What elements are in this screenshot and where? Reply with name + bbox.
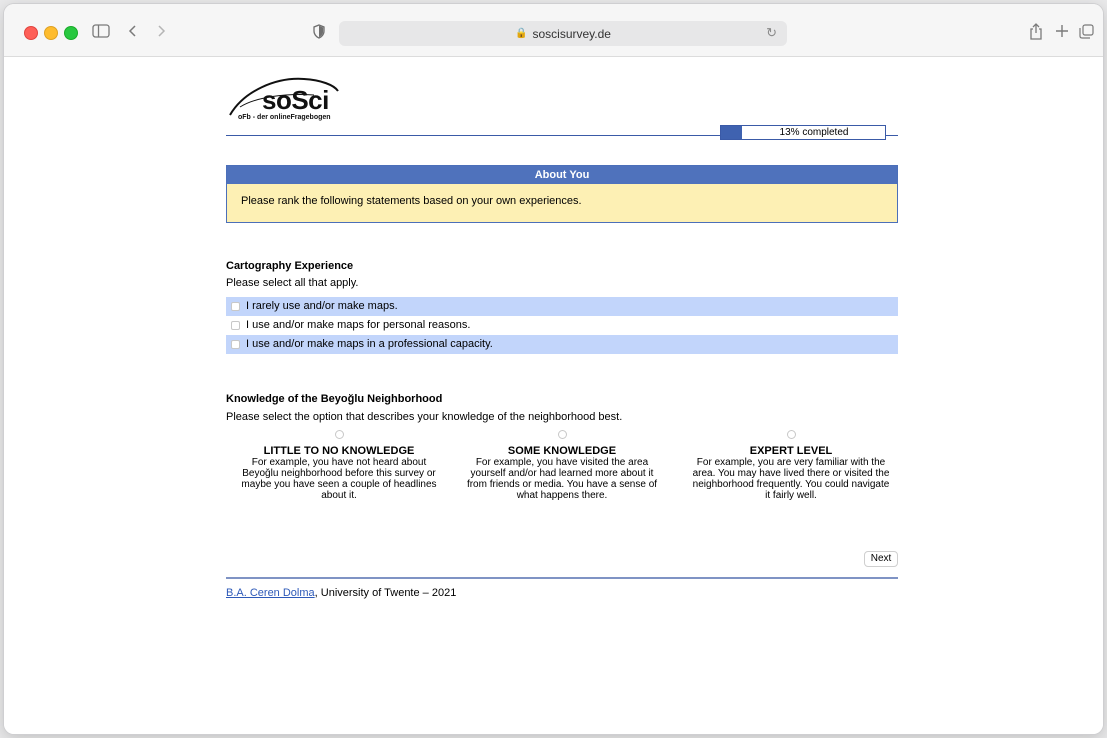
question-title-neighborhood: Knowledge of the Beyoğlu Neighborhood: [226, 393, 443, 405]
soscisurvey-logo: soSci oFb - der onlineFragebogen: [226, 71, 366, 123]
web-content: soSci oFb - der onlineFragebogen 13% com…: [4, 57, 1103, 734]
checkbox-label: I rarely use and/or make maps.: [246, 300, 398, 312]
scale-option-title: SOME KNOWLEDGE: [507, 445, 617, 457]
reload-icon[interactable]: ↻: [766, 25, 777, 41]
scale-option-description: For example, you have not heard about Be…: [241, 457, 437, 501]
progress-fill: [721, 126, 743, 139]
logo-tagline: oFb - der onlineFragebogen: [238, 114, 331, 121]
progress-label: 13% completed: [779, 127, 849, 138]
checkbox-option[interactable]: I use and/or make maps for personal reas…: [226, 316, 898, 335]
question-hint-neighborhood: Please select the option that describes …: [226, 411, 623, 423]
new-tab-icon[interactable]: [1051, 20, 1073, 42]
intro-title: About You: [227, 166, 897, 184]
progress-bar: 13% completed: [720, 125, 886, 140]
footer-rule: [226, 577, 898, 579]
question-hint-cartography: Please select all that apply.: [226, 277, 359, 289]
browser-toolbar: 🔒 soscisurvey.de ↻: [4, 4, 1103, 57]
footer-text: , University of Twente – 2021: [314, 587, 457, 599]
close-window-button[interactable]: [24, 26, 38, 40]
knowledge-scale: LITTLE TO NO KNOWLEDGE For example, you …: [226, 430, 898, 520]
checkbox-label: I use and/or make maps in a professional…: [246, 338, 493, 350]
question-title-cartography: Cartography Experience: [226, 260, 354, 272]
checkbox-label: I use and/or make maps for personal reas…: [246, 319, 471, 331]
lock-icon: 🔒: [515, 28, 528, 39]
scale-option-some[interactable]: SOME KNOWLEDGE For example, you have vis…: [449, 430, 675, 501]
scale-option-description: For example, you have visited the area y…: [466, 457, 658, 501]
intro-panel: About You Please rank the following stat…: [226, 165, 898, 223]
intro-text: Please rank the following statements bas…: [241, 195, 582, 207]
address-bar[interactable]: 🔒 soscisurvey.de ↻: [339, 21, 787, 46]
footer: B.A. Ceren Dolma, University of Twente –…: [226, 587, 456, 599]
scale-option-expert[interactable]: EXPERT LEVEL For example, you are very f…: [678, 430, 904, 501]
checkbox[interactable]: [231, 340, 240, 349]
checkbox-option[interactable]: I rarely use and/or make maps.: [226, 297, 898, 316]
browser-window: 🔒 soscisurvey.de ↻ soSci oFb - der onlin…: [4, 4, 1103, 734]
author-link[interactable]: B.A. Ceren Dolma: [226, 587, 315, 599]
scale-option-title: LITTLE TO NO KNOWLEDGE: [263, 445, 415, 457]
checkbox[interactable]: [231, 321, 240, 330]
radio-button[interactable]: [786, 430, 796, 439]
checkbox[interactable]: [231, 302, 240, 311]
checkbox-option[interactable]: I use and/or make maps in a professional…: [226, 335, 898, 354]
zoom-window-button[interactable]: [64, 26, 78, 40]
url-text: soscisurvey.de: [532, 26, 611, 41]
scale-option-description: For example, you are very familiar with …: [692, 457, 890, 501]
share-icon[interactable]: [1025, 20, 1047, 42]
logo-wordmark: soSci: [262, 85, 329, 115]
back-icon[interactable]: [122, 20, 144, 42]
next-button[interactable]: Next: [864, 551, 898, 567]
tab-overview-icon[interactable]: [1075, 20, 1097, 42]
radio-button[interactable]: [557, 430, 567, 439]
scale-option-little[interactable]: LITTLE TO NO KNOWLEDGE For example, you …: [226, 430, 452, 501]
scale-option-title: EXPERT LEVEL: [749, 445, 833, 457]
forward-icon[interactable]: [150, 20, 172, 42]
privacy-shield-icon[interactable]: [308, 20, 330, 42]
sidebar-icon[interactable]: [90, 20, 112, 42]
radio-button[interactable]: [334, 430, 344, 439]
minimize-window-button[interactable]: [44, 26, 58, 40]
